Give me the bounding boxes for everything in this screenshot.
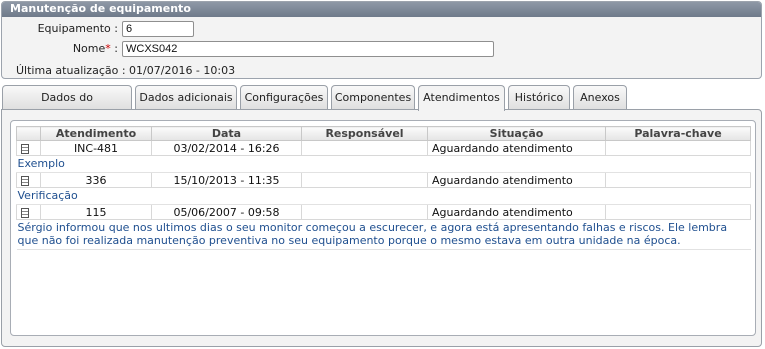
- table-row[interactable]: 115 05/06/2007 - 09:58 Aguardando atendi…: [16, 204, 751, 220]
- row-doc-cell[interactable]: [16, 204, 41, 220]
- responsavel-cell: [301, 140, 428, 156]
- situacao-cell: Aguardando atendimento: [427, 140, 606, 156]
- table-row-note: Verificação: [16, 187, 751, 205]
- table-row-note: Sérgio informou que nos ultimos dias o s…: [16, 219, 751, 250]
- row-note: Sérgio informou que nos ultimos dias o s…: [16, 219, 751, 250]
- palavra-chave-cell: [605, 204, 751, 220]
- table-row[interactable]: 336 15/10/2013 - 11:35 Aguardando atendi…: [16, 172, 751, 188]
- column-header[interactable]: Situação: [427, 126, 606, 141]
- atendimento-cell[interactable]: 115: [40, 204, 152, 220]
- nome-label: Nome: [72, 42, 106, 55]
- document-icon[interactable]: [21, 143, 29, 154]
- equipment-panel: Manutenção de equipamento Equipamento : …: [1, 1, 762, 79]
- tab-componentes[interactable]: Componentes: [331, 85, 415, 110]
- column-header[interactable]: Data: [151, 126, 302, 141]
- palavra-chave-cell: [605, 140, 751, 156]
- tab-configuracoes[interactable]: Configurações: [240, 85, 328, 110]
- tab-dados-adicionais[interactable]: Dados adicionais: [135, 85, 237, 110]
- required-marker: *: [105, 42, 111, 55]
- tab-atendimentos[interactable]: Atendimentos: [418, 85, 505, 111]
- tab-dados-equipamento[interactable]: Dados do equipamento: [2, 85, 132, 128]
- equipamento-row: Equipamento :: [8, 20, 208, 38]
- data-cell: 15/10/2013 - 11:35: [151, 172, 302, 188]
- last-updated: Última atualização : 01/07/2016 - 10:03: [16, 64, 236, 77]
- atendimento-cell[interactable]: 336: [40, 172, 152, 188]
- tab-historico[interactable]: Histórico: [508, 85, 570, 110]
- data-cell: 03/02/2014 - 16:26: [151, 140, 302, 156]
- responsavel-cell: [301, 204, 428, 220]
- palavra-chave-cell: [605, 172, 751, 188]
- column-header[interactable]: Responsável: [301, 126, 428, 141]
- column-header[interactable]: Atendimento: [40, 126, 152, 141]
- atendimentos-grid-container: Atendimento Data Responsável Situação Pa…: [10, 120, 756, 336]
- atendimento-cell[interactable]: INC-481: [40, 140, 152, 156]
- situacao-cell: Aguardando atendimento: [427, 172, 606, 188]
- tab-anexos[interactable]: Anexos: [573, 85, 627, 110]
- nome-label-group: Nome* :: [8, 40, 118, 58]
- column-header[interactable]: Palavra-chave: [605, 126, 751, 141]
- nome-separator: :: [114, 42, 118, 55]
- table-row[interactable]: INC-481 03/02/2014 - 16:26 Aguardando at…: [16, 140, 751, 156]
- table-row-note: Exemplo: [16, 155, 751, 173]
- equipamento-field[interactable]: [122, 21, 194, 37]
- document-icon[interactable]: [21, 207, 29, 218]
- row-note: Verificação: [16, 187, 751, 205]
- row-note: Exemplo: [16, 155, 751, 173]
- responsavel-cell: [301, 172, 428, 188]
- table-header: Atendimento Data Responsável Situação Pa…: [16, 126, 751, 141]
- document-icon[interactable]: [21, 175, 29, 186]
- panel-title: Manutenção de equipamento: [2, 2, 761, 17]
- row-doc-cell[interactable]: [16, 140, 41, 156]
- equipamento-label: Equipamento :: [37, 22, 118, 35]
- data-cell: 05/06/2007 - 09:58: [151, 204, 302, 220]
- row-doc-cell[interactable]: [16, 172, 41, 188]
- nome-row: Nome* :: [8, 40, 498, 58]
- situacao-cell: Aguardando atendimento: [427, 204, 606, 220]
- nome-field[interactable]: [122, 41, 494, 57]
- tab-content: Atendimento Data Responsável Situação Pa…: [1, 109, 762, 347]
- atendimentos-table: Atendimento Data Responsável Situação Pa…: [16, 126, 751, 250]
- column-header-icon: [16, 126, 41, 141]
